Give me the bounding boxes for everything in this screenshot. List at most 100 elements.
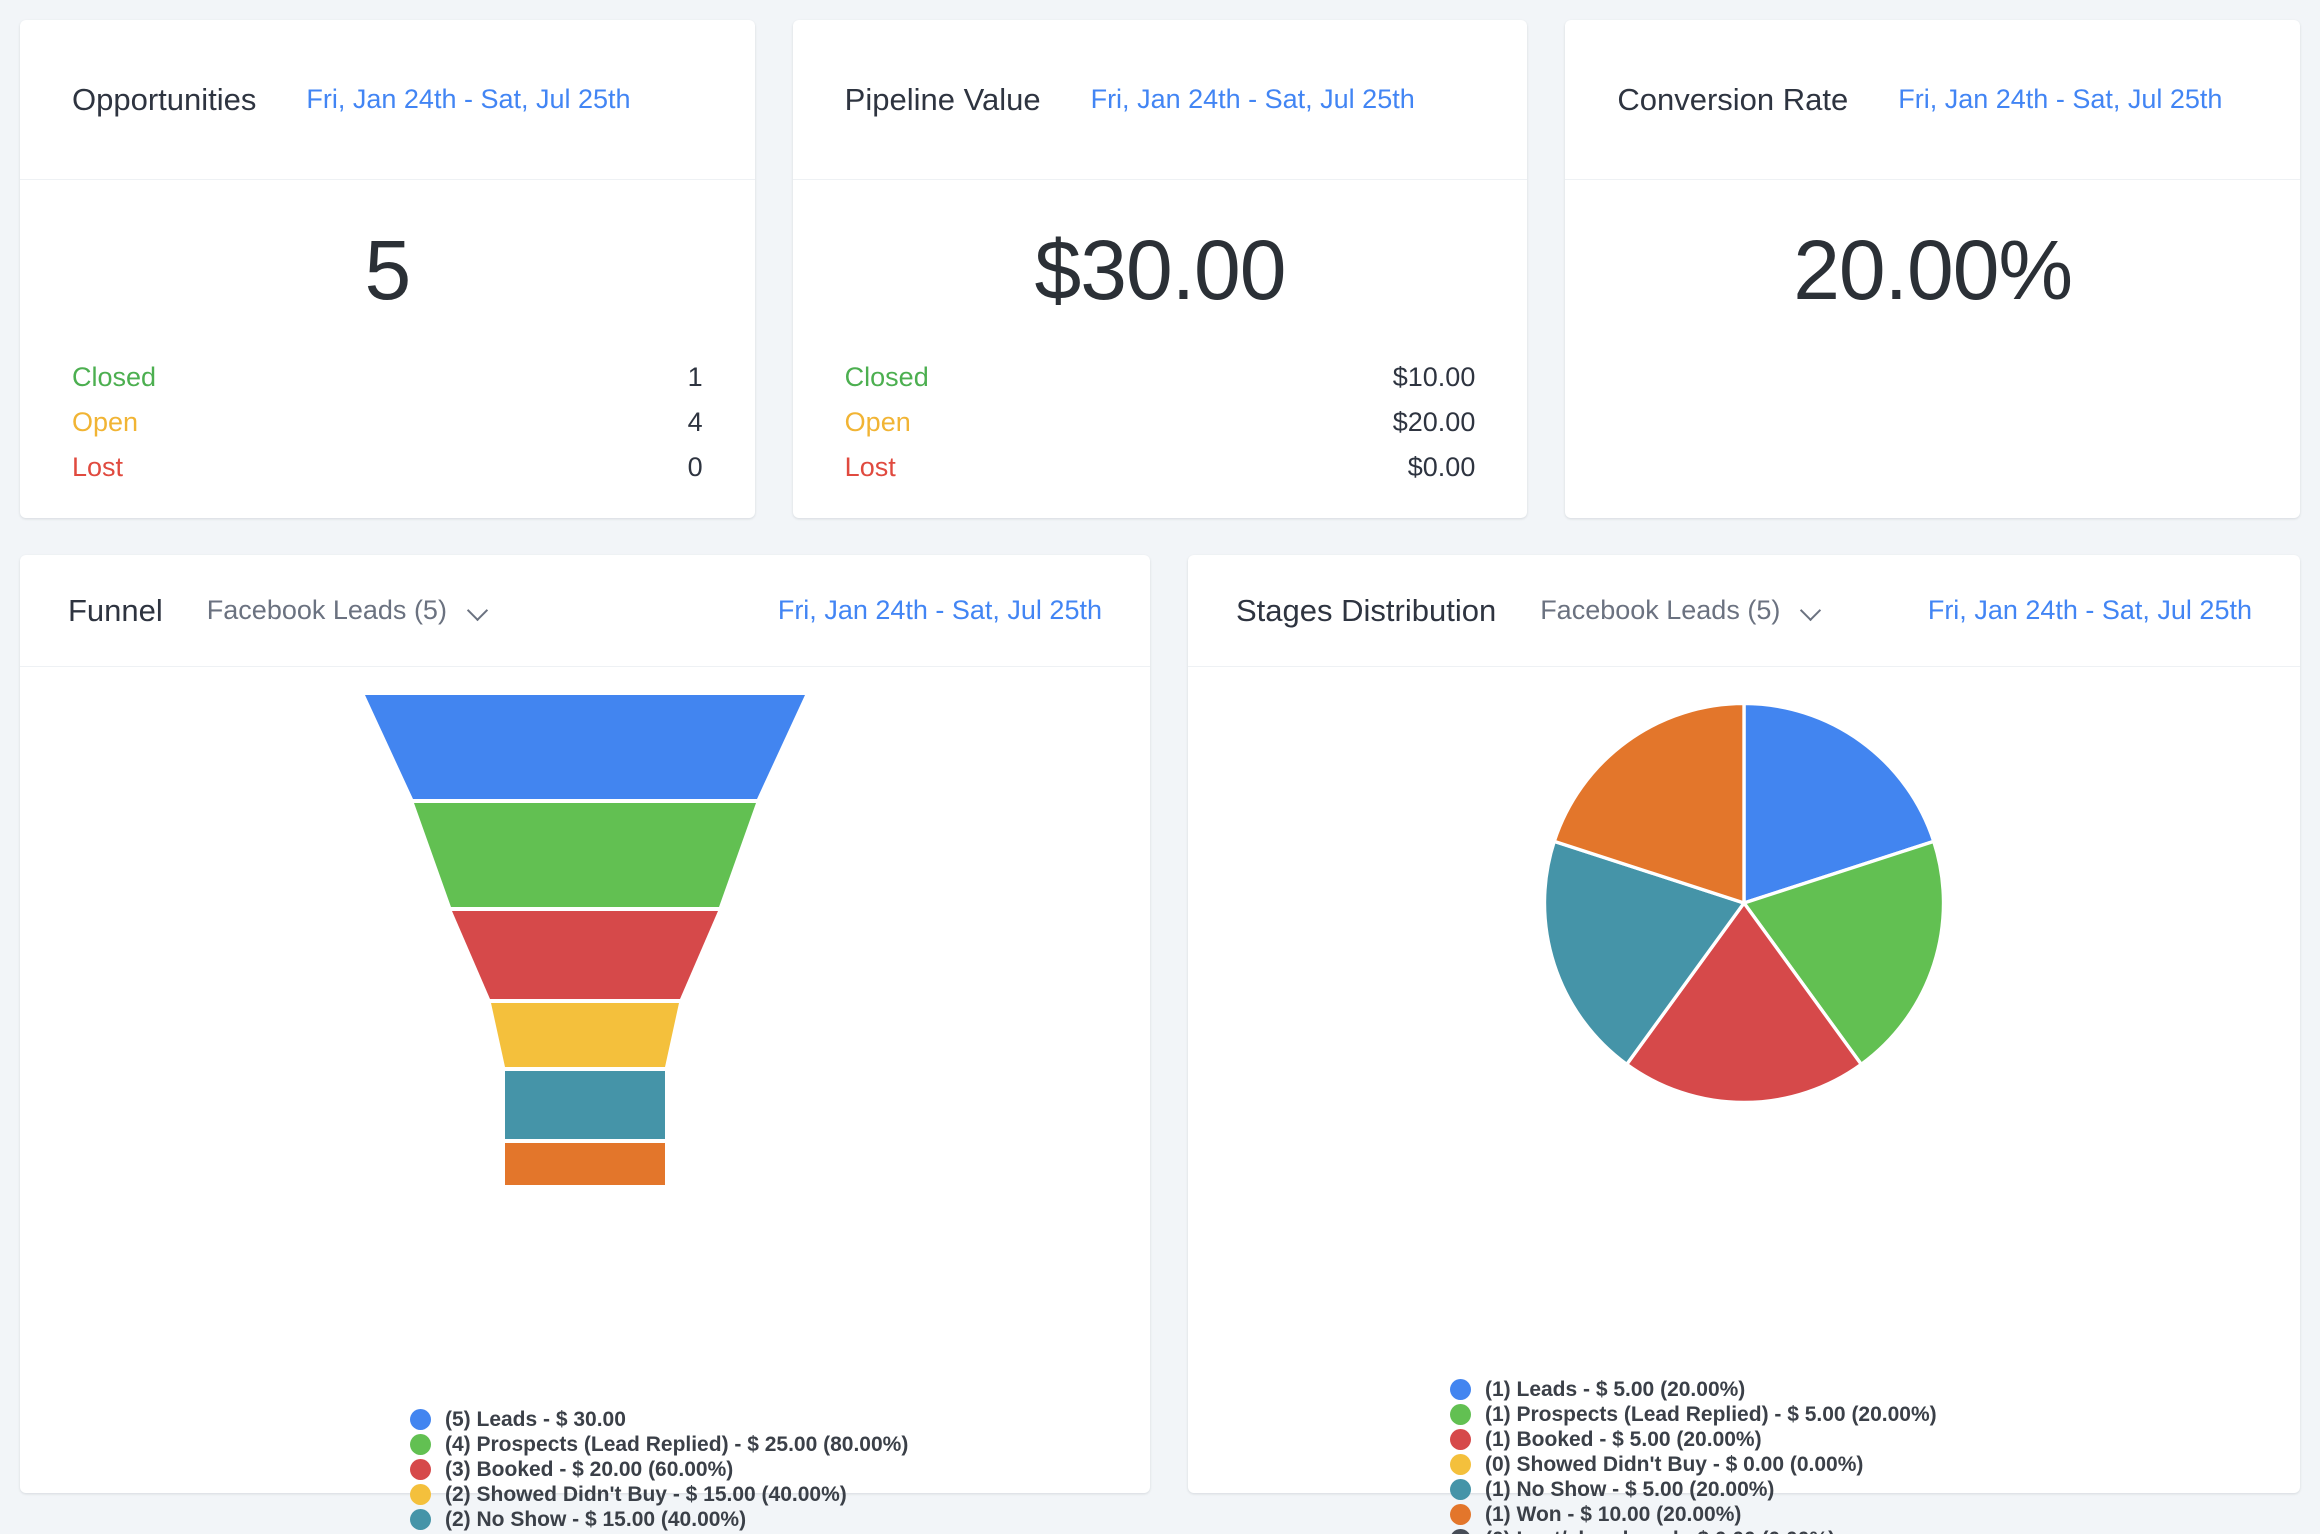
legend-label: (2) Showed Didn't Buy - $ 15.00 (40.00%) bbox=[445, 1483, 847, 1507]
funnel-legend: (5) Leads - $ 30.00 (4) Prospects (Lead … bbox=[20, 1407, 1150, 1534]
chart-card-stages-distribution: Stages Distribution Facebook Leads (5) F… bbox=[1188, 555, 2300, 1493]
legend-label: (0) Showed Didn't Buy - $ 0.00 (0.00%) bbox=[1485, 1453, 1863, 1477]
funnel-segment-booked[interactable] bbox=[452, 911, 718, 999]
page-title: Pipeline Value bbox=[845, 82, 1041, 118]
funnel-chart-body: (5) Leads - $ 30.00 (4) Prospects (Lead … bbox=[20, 667, 1150, 1493]
stat-card-conversion-rate: Conversion Rate Fri, Jan 24th - Sat, Jul… bbox=[1565, 20, 2300, 518]
funnel-svg bbox=[365, 695, 805, 1185]
card-body: 5 Closed 1 Open 4 Lost 0 bbox=[20, 180, 755, 518]
pie-legend: (1) Leads - $ 5.00 (20.00%) (1) Prospect… bbox=[1188, 1377, 2300, 1534]
legend-item[interactable]: (0) Lost/abandoned - $ 0.00 (0.00%) bbox=[1450, 1527, 2300, 1534]
legend-color-dot-lost-abandoned bbox=[1450, 1529, 1471, 1534]
date-range-link[interactable]: Fri, Jan 24th - Sat, Jul 25th bbox=[1091, 84, 1415, 115]
legend-label: (4) Prospects (Lead Replied) - $ 25.00 (… bbox=[445, 1433, 908, 1457]
chart-card-funnel: Funnel Facebook Leads (5) Fri, Jan 24th … bbox=[20, 555, 1150, 1493]
funnel-title: Funnel bbox=[68, 593, 163, 629]
card-body: 20.00% bbox=[1565, 180, 2300, 518]
date-range-link[interactable]: Fri, Jan 24th - Sat, Jul 25th bbox=[778, 595, 1102, 626]
legend-label: (1) Leads - $ 5.00 (20.00%) bbox=[1485, 1378, 1745, 1402]
breakdown-value: 0 bbox=[688, 452, 703, 483]
breakdown-label: Open bbox=[72, 407, 138, 438]
legend-color-dot-leads bbox=[1450, 1379, 1471, 1400]
pie-svg bbox=[1534, 693, 1954, 1113]
legend-label: (1) Won - $ 10.00 (20.00%) bbox=[1485, 1503, 1741, 1527]
breakdown-value: 4 bbox=[688, 407, 703, 438]
chart-card-row: Funnel Facebook Leads (5) Fri, Jan 24th … bbox=[20, 555, 2300, 1493]
legend-label: (1) No Show - $ 5.00 (20.00%) bbox=[1485, 1478, 1774, 1502]
legend-color-dot-prospects bbox=[410, 1434, 431, 1455]
breakdown-label: Lost bbox=[72, 452, 123, 483]
legend-item[interactable]: (1) Booked - $ 5.00 (20.00%) bbox=[1450, 1427, 2300, 1452]
breakdown-row-closed: Closed 1 bbox=[72, 362, 703, 407]
legend-item[interactable]: (5) Leads - $ 30.00 bbox=[410, 1407, 1150, 1432]
legend-color-dot-booked bbox=[1450, 1429, 1471, 1450]
legend-item[interactable]: (4) Prospects (Lead Replied) - $ 25.00 (… bbox=[410, 1432, 1150, 1457]
legend-color-dot-no-show bbox=[1450, 1479, 1471, 1500]
breakdown-list: Closed 1 Open 4 Lost 0 bbox=[72, 362, 703, 497]
metric-value: 20.00% bbox=[1617, 228, 2248, 312]
legend-item[interactable]: (1) No Show - $ 5.00 (20.00%) bbox=[1450, 1477, 2300, 1502]
funnel-segment-won[interactable] bbox=[505, 1143, 665, 1185]
legend-color-dot-no-show bbox=[410, 1509, 431, 1530]
pie-chart bbox=[1188, 693, 2300, 1113]
legend-color-dot-leads bbox=[410, 1409, 431, 1430]
breakdown-row-lost: Lost 0 bbox=[72, 452, 703, 497]
legend-color-dot-prospects bbox=[1450, 1404, 1471, 1425]
legend-label: (0) Lost/abandoned - $ 0.00 (0.00%) bbox=[1485, 1528, 1835, 1534]
legend-label: (1) Prospects (Lead Replied) - $ 5.00 (2… bbox=[1485, 1403, 1937, 1427]
breakdown-row-closed: Closed $10.00 bbox=[845, 362, 1476, 407]
legend-item[interactable]: (2) Showed Didn't Buy - $ 15.00 (40.00%) bbox=[410, 1482, 1150, 1507]
metric-value: 5 bbox=[72, 228, 703, 312]
dashboard: Opportunities Fri, Jan 24th - Sat, Jul 2… bbox=[0, 0, 2320, 1534]
legend-item[interactable]: (0) Showed Didn't Buy - $ 0.00 (0.00%) bbox=[1450, 1452, 2300, 1477]
legend-label: (5) Leads - $ 30.00 bbox=[445, 1408, 626, 1432]
date-range-link[interactable]: Fri, Jan 24th - Sat, Jul 25th bbox=[1898, 84, 2222, 115]
breakdown-label: Open bbox=[845, 407, 911, 438]
pipeline-select-label: Facebook Leads (5) bbox=[1540, 595, 1780, 626]
breakdown-list: Closed $10.00 Open $20.00 Lost $0.00 bbox=[845, 362, 1476, 497]
legend-item[interactable]: (1) Prospects (Lead Replied) - $ 5.00 (2… bbox=[1450, 1402, 2300, 1427]
page-title: Opportunities bbox=[72, 82, 256, 118]
legend-color-dot-booked bbox=[410, 1459, 431, 1480]
date-range-link[interactable]: Fri, Jan 24th - Sat, Jul 25th bbox=[306, 84, 630, 115]
legend-item[interactable]: (1) Leads - $ 5.00 (20.00%) bbox=[1450, 1377, 2300, 1402]
breakdown-value: $0.00 bbox=[1408, 452, 1476, 483]
date-range-link[interactable]: Fri, Jan 24th - Sat, Jul 25th bbox=[1928, 595, 2252, 626]
breakdown-label: Closed bbox=[845, 362, 929, 393]
card-header: Opportunities Fri, Jan 24th - Sat, Jul 2… bbox=[20, 20, 755, 180]
card-body: $30.00 Closed $10.00 Open $20.00 Lost $0… bbox=[793, 180, 1528, 518]
pipeline-select-funnel[interactable]: Facebook Leads (5) bbox=[207, 595, 487, 626]
page-title: Conversion Rate bbox=[1617, 82, 1848, 118]
card-header: Stages Distribution Facebook Leads (5) F… bbox=[1188, 555, 2300, 667]
chevron-down-icon bbox=[1802, 602, 1820, 620]
legend-label: (3) Booked - $ 20.00 (60.00%) bbox=[445, 1458, 733, 1482]
funnel-segment-prospects[interactable] bbox=[414, 803, 756, 907]
stat-card-pipeline-value: Pipeline Value Fri, Jan 24th - Sat, Jul … bbox=[793, 20, 1528, 518]
breakdown-label: Closed bbox=[72, 362, 156, 393]
legend-label: (2) No Show - $ 15.00 (40.00%) bbox=[445, 1508, 746, 1532]
stat-card-opportunities: Opportunities Fri, Jan 24th - Sat, Jul 2… bbox=[20, 20, 755, 518]
breakdown-value: $10.00 bbox=[1393, 362, 1476, 393]
legend-item[interactable]: (1) Won - $ 10.00 (20.00%) bbox=[1450, 1502, 2300, 1527]
chevron-down-icon bbox=[469, 602, 487, 620]
pipeline-select-label: Facebook Leads (5) bbox=[207, 595, 447, 626]
funnel-segment-showed-didnt-buy[interactable] bbox=[491, 1003, 679, 1067]
legend-color-dot-won bbox=[1450, 1504, 1471, 1525]
pie-chart-body: (1) Leads - $ 5.00 (20.00%) (1) Prospect… bbox=[1188, 667, 2300, 1493]
funnel-chart bbox=[20, 695, 1150, 1185]
funnel-segment-no-show[interactable] bbox=[505, 1071, 665, 1139]
breakdown-value: 1 bbox=[688, 362, 703, 393]
breakdown-value: $20.00 bbox=[1393, 407, 1476, 438]
card-header: Funnel Facebook Leads (5) Fri, Jan 24th … bbox=[20, 555, 1150, 667]
legend-item[interactable]: (3) Booked - $ 20.00 (60.00%) bbox=[410, 1457, 1150, 1482]
card-header: Conversion Rate Fri, Jan 24th - Sat, Jul… bbox=[1565, 20, 2300, 180]
legend-item[interactable]: (2) No Show - $ 15.00 (40.00%) bbox=[410, 1507, 1150, 1532]
card-header: Pipeline Value Fri, Jan 24th - Sat, Jul … bbox=[793, 20, 1528, 180]
breakdown-label: Lost bbox=[845, 452, 896, 483]
stat-card-row: Opportunities Fri, Jan 24th - Sat, Jul 2… bbox=[20, 20, 2300, 518]
breakdown-row-open: Open 4 bbox=[72, 407, 703, 452]
funnel-segment-leads[interactable] bbox=[365, 695, 805, 799]
pipeline-select-stages[interactable]: Facebook Leads (5) bbox=[1540, 595, 1820, 626]
legend-color-dot-showed-didnt-buy bbox=[410, 1484, 431, 1505]
legend-color-dot-showed-didnt-buy bbox=[1450, 1454, 1471, 1475]
